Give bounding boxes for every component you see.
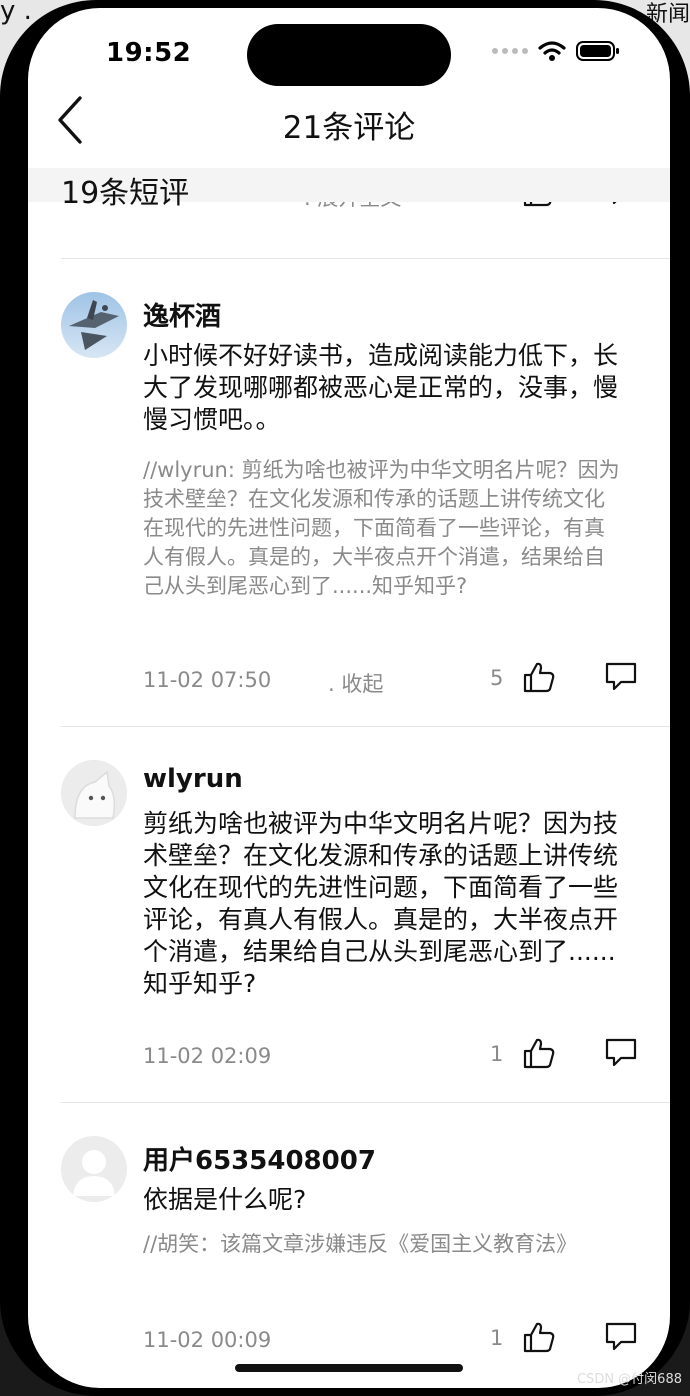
comment-author[interactable]: wlyrun: [143, 764, 243, 794]
reply-bubble-icon[interactable]: [605, 1038, 637, 1068]
avatar[interactable]: [61, 760, 127, 826]
screen: 19:52 21条评论 19条短评 逸杯酒 小时候不好好读书，造成阅读能力低下，…: [28, 8, 670, 1388]
dynamic-island: [247, 24, 451, 86]
comment-meta: 11-02 07:50 . 收起 5: [28, 662, 670, 700]
divider: [61, 258, 670, 259]
comment-text: 剪纸为啥也被评为中华文明名片呢？因为技术壁垒？在文化发源和传承的话题上讲传统文化…: [143, 809, 619, 998]
page-title: 21条评论: [282, 110, 416, 146]
desktop-fragment-left: y .: [0, 0, 32, 26]
thumbs-up-icon[interactable]: [522, 1320, 556, 1354]
comment-meta: 11-02 00:09 1: [28, 1322, 670, 1360]
divider: [61, 726, 670, 727]
navigation-bar: 21条评论: [28, 86, 670, 156]
comment-author[interactable]: 用户6535408007: [143, 1140, 376, 1177]
reply-bubble-icon[interactable]: [605, 1322, 637, 1352]
reply-bubble-icon[interactable]: [605, 662, 637, 692]
comment-author[interactable]: 逸杯酒: [143, 296, 221, 333]
comment-text: 依据是什么呢?: [143, 1185, 307, 1214]
watermark: CSDN @付闵688: [576, 1372, 682, 1387]
like-count: 1: [490, 1326, 504, 1350]
comment-list[interactable]: 19条短评 11-02 12:46 . 展开全文 1: [28, 168, 670, 1388]
divider: [61, 1102, 670, 1103]
wifi-icon: [538, 41, 566, 61]
status-icons: [492, 40, 620, 62]
like-count: 5: [490, 666, 504, 690]
comment-date: 11-02 02:09: [143, 1044, 272, 1068]
thumbs-up-icon[interactable]: [522, 660, 556, 694]
default-avatar-icon[interactable]: [61, 1136, 127, 1202]
avatar[interactable]: [61, 292, 127, 358]
thumbs-up-icon[interactable]: [522, 1036, 556, 1070]
comment-meta: 11-02 02:09 1: [28, 1038, 670, 1076]
home-indicator[interactable]: [235, 1364, 463, 1372]
quoted-reply: //胡笑：该篇文章涉嫌违反《爱国主义教育法》: [143, 1232, 578, 1256]
comment-date: 11-02 07:50: [143, 668, 272, 692]
signal-dots-icon: [492, 48, 528, 54]
section-header: 19条短评: [28, 168, 670, 211]
like-count: 1: [490, 1042, 504, 1066]
status-time: 19:52: [106, 38, 192, 68]
comment-text: 小时候不好好读书，造成阅读能力低下，长大了发现哪哪都被恶心是正常的，没事，慢慢习…: [143, 341, 619, 434]
quoted-reply: //wlyrun: 剪纸为啥也被评为中华文明名片呢？因为技术壁垒？在文化发源和传…: [143, 458, 620, 598]
section-header-label: 19条短评: [61, 176, 190, 211]
phone-frame: 19:52 21条评论 19条短评 逸杯酒 小时候不好好读书，造成阅读能力低下，…: [0, 0, 690, 1396]
collapse-toggle[interactable]: . 收起: [328, 668, 383, 698]
battery-icon: [576, 41, 619, 61]
comment-date: 11-02 00:09: [143, 1328, 272, 1352]
